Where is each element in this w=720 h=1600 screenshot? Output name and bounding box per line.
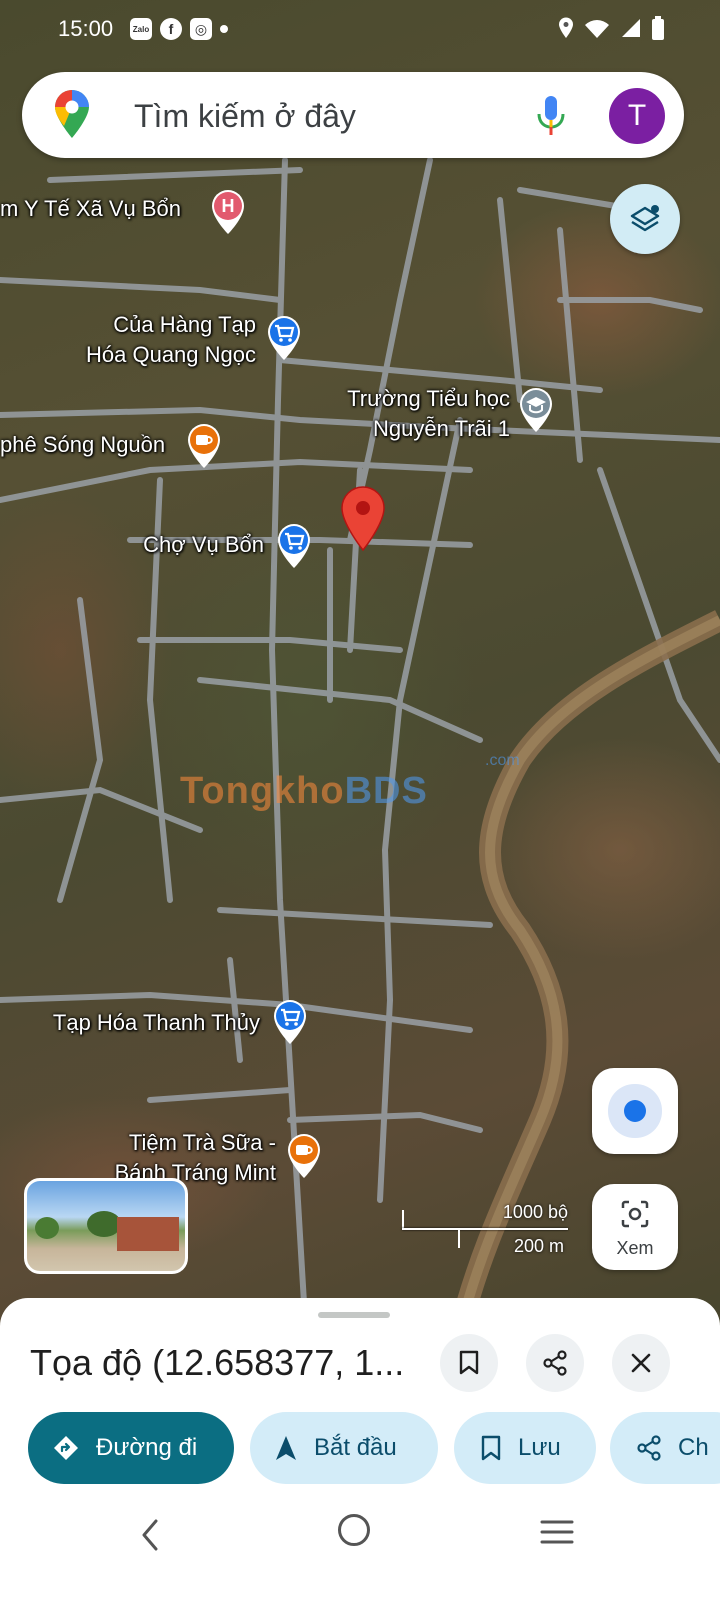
share-icon — [637, 1435, 661, 1461]
school-icon[interactable] — [516, 386, 556, 434]
facebook-icon: f — [160, 18, 182, 40]
watermark-text-tongkho: Tongkho — [180, 770, 345, 812]
search-input[interactable]: Tìm kiếm ở đây — [134, 98, 356, 135]
satellite-map[interactable]: m Y Tế Xã Vụ Bổn H Của Hàng Tạp Hóa Quan… — [0, 0, 720, 1330]
bookmark-icon — [481, 1435, 501, 1461]
xem-label: Xem — [616, 1238, 654, 1258]
share-button[interactable] — [526, 1334, 584, 1392]
scale-feet: 1000 bộ — [502, 1202, 568, 1222]
start-label: Bắt đầu — [314, 1434, 397, 1461]
status-bar: 15:00 Zalo f ◎ — [0, 0, 720, 58]
watermark-logo: TongkhoBDS — [180, 770, 428, 813]
thumb-building — [117, 1217, 179, 1251]
zalo-icon: Zalo — [130, 18, 152, 40]
hospital-icon[interactable]: H — [208, 188, 248, 236]
svg-text:H: H — [222, 196, 235, 216]
dropped-pin-icon[interactable] — [338, 486, 388, 552]
save-place-button[interactable] — [440, 1334, 498, 1392]
drag-handle[interactable] — [318, 1312, 390, 1318]
directions-button[interactable]: Đường đi — [28, 1412, 234, 1484]
search-bar[interactable]: Tìm kiếm ở đây T — [22, 72, 684, 158]
avatar[interactable]: T — [609, 88, 665, 144]
location-dot-icon — [624, 1100, 646, 1122]
share-icon — [543, 1350, 567, 1376]
poi-label-cafe[interactable]: phê Sóng Nguồn — [0, 432, 165, 458]
thumb-tree — [87, 1211, 121, 1237]
poi-label-health[interactable]: m Y Tế Xã Vụ Bổn — [0, 196, 181, 222]
camera-scan-icon — [621, 1200, 649, 1228]
layers-button[interactable] — [610, 184, 680, 254]
directions-label: Đường đi — [96, 1434, 198, 1461]
shopping-cart-icon[interactable] — [274, 522, 314, 570]
notification-dot-icon — [220, 25, 228, 33]
scale-meters: 200 m — [513, 1236, 564, 1256]
action-chips: Đường đi Bắt đầu Lưu Ch — [0, 1412, 720, 1484]
save-label: Lưu — [518, 1434, 561, 1461]
status-indicators — [558, 16, 664, 40]
coffee-icon[interactable] — [184, 422, 224, 470]
status-app-icons: Zalo f ◎ — [130, 18, 228, 40]
location-icon — [559, 17, 573, 38]
shopping-cart-icon[interactable] — [264, 314, 304, 362]
save-button[interactable]: Lưu — [454, 1412, 596, 1484]
layers-icon — [630, 205, 660, 232]
poi-label-store-quang-ngoc-line1[interactable]: Của Hàng Tạp — [66, 312, 256, 338]
coordinates-title: Tọa độ (12.658377, 1... — [30, 1342, 405, 1383]
shopping-cart-icon[interactable] — [270, 998, 310, 1046]
bookmark-icon — [459, 1350, 479, 1375]
recent-apps-icon[interactable] — [540, 1518, 574, 1546]
home-icon[interactable] — [338, 1514, 370, 1546]
thumb-tree — [35, 1217, 59, 1239]
wifi-icon — [585, 20, 609, 38]
microphone-icon[interactable] — [534, 94, 568, 138]
my-location-button[interactable] — [592, 1068, 678, 1154]
signal-icon — [622, 19, 640, 37]
poi-label-store-quang-ngoc-line2[interactable]: Hóa Quang Ngọc — [66, 342, 256, 368]
status-time: 15:00 — [58, 16, 114, 41]
battery-icon — [652, 16, 664, 40]
directions-icon — [54, 1436, 78, 1460]
share-chip-label: Ch — [678, 1434, 709, 1461]
poi-label-tea-line1[interactable]: Tiệm Trà Sữa - — [80, 1130, 276, 1156]
watermark-text-bds: BDS — [344, 770, 428, 812]
back-icon[interactable] — [140, 1518, 160, 1552]
poi-label-school-line1[interactable]: Trường Tiểu học — [300, 386, 510, 412]
google-maps-logo-icon — [55, 90, 89, 138]
map-scale: 1000 bộ 200 m — [402, 1200, 572, 1260]
start-button[interactable]: Bắt đầu — [250, 1412, 438, 1484]
close-button[interactable] — [612, 1334, 670, 1392]
watermark-suffix: .com — [485, 752, 520, 769]
share-chip-button[interactable]: Ch — [610, 1412, 720, 1484]
close-icon — [631, 1353, 651, 1373]
poi-label-school-line2[interactable]: Nguyễn Trãi 1 — [300, 416, 510, 442]
coffee-icon[interactable] — [284, 1132, 324, 1180]
xem-button[interactable]: Xem — [592, 1184, 678, 1270]
app-icon: ◎ — [190, 18, 212, 40]
poi-label-store-thanh-thuy[interactable]: Tạp Hóa Thanh Thủy — [20, 1010, 260, 1036]
poi-label-market[interactable]: Chợ Vụ Bổn — [110, 532, 264, 558]
navigation-arrow-icon — [276, 1436, 296, 1460]
street-view-thumbnail[interactable] — [24, 1178, 188, 1274]
system-navigation-bar — [0, 1500, 720, 1600]
